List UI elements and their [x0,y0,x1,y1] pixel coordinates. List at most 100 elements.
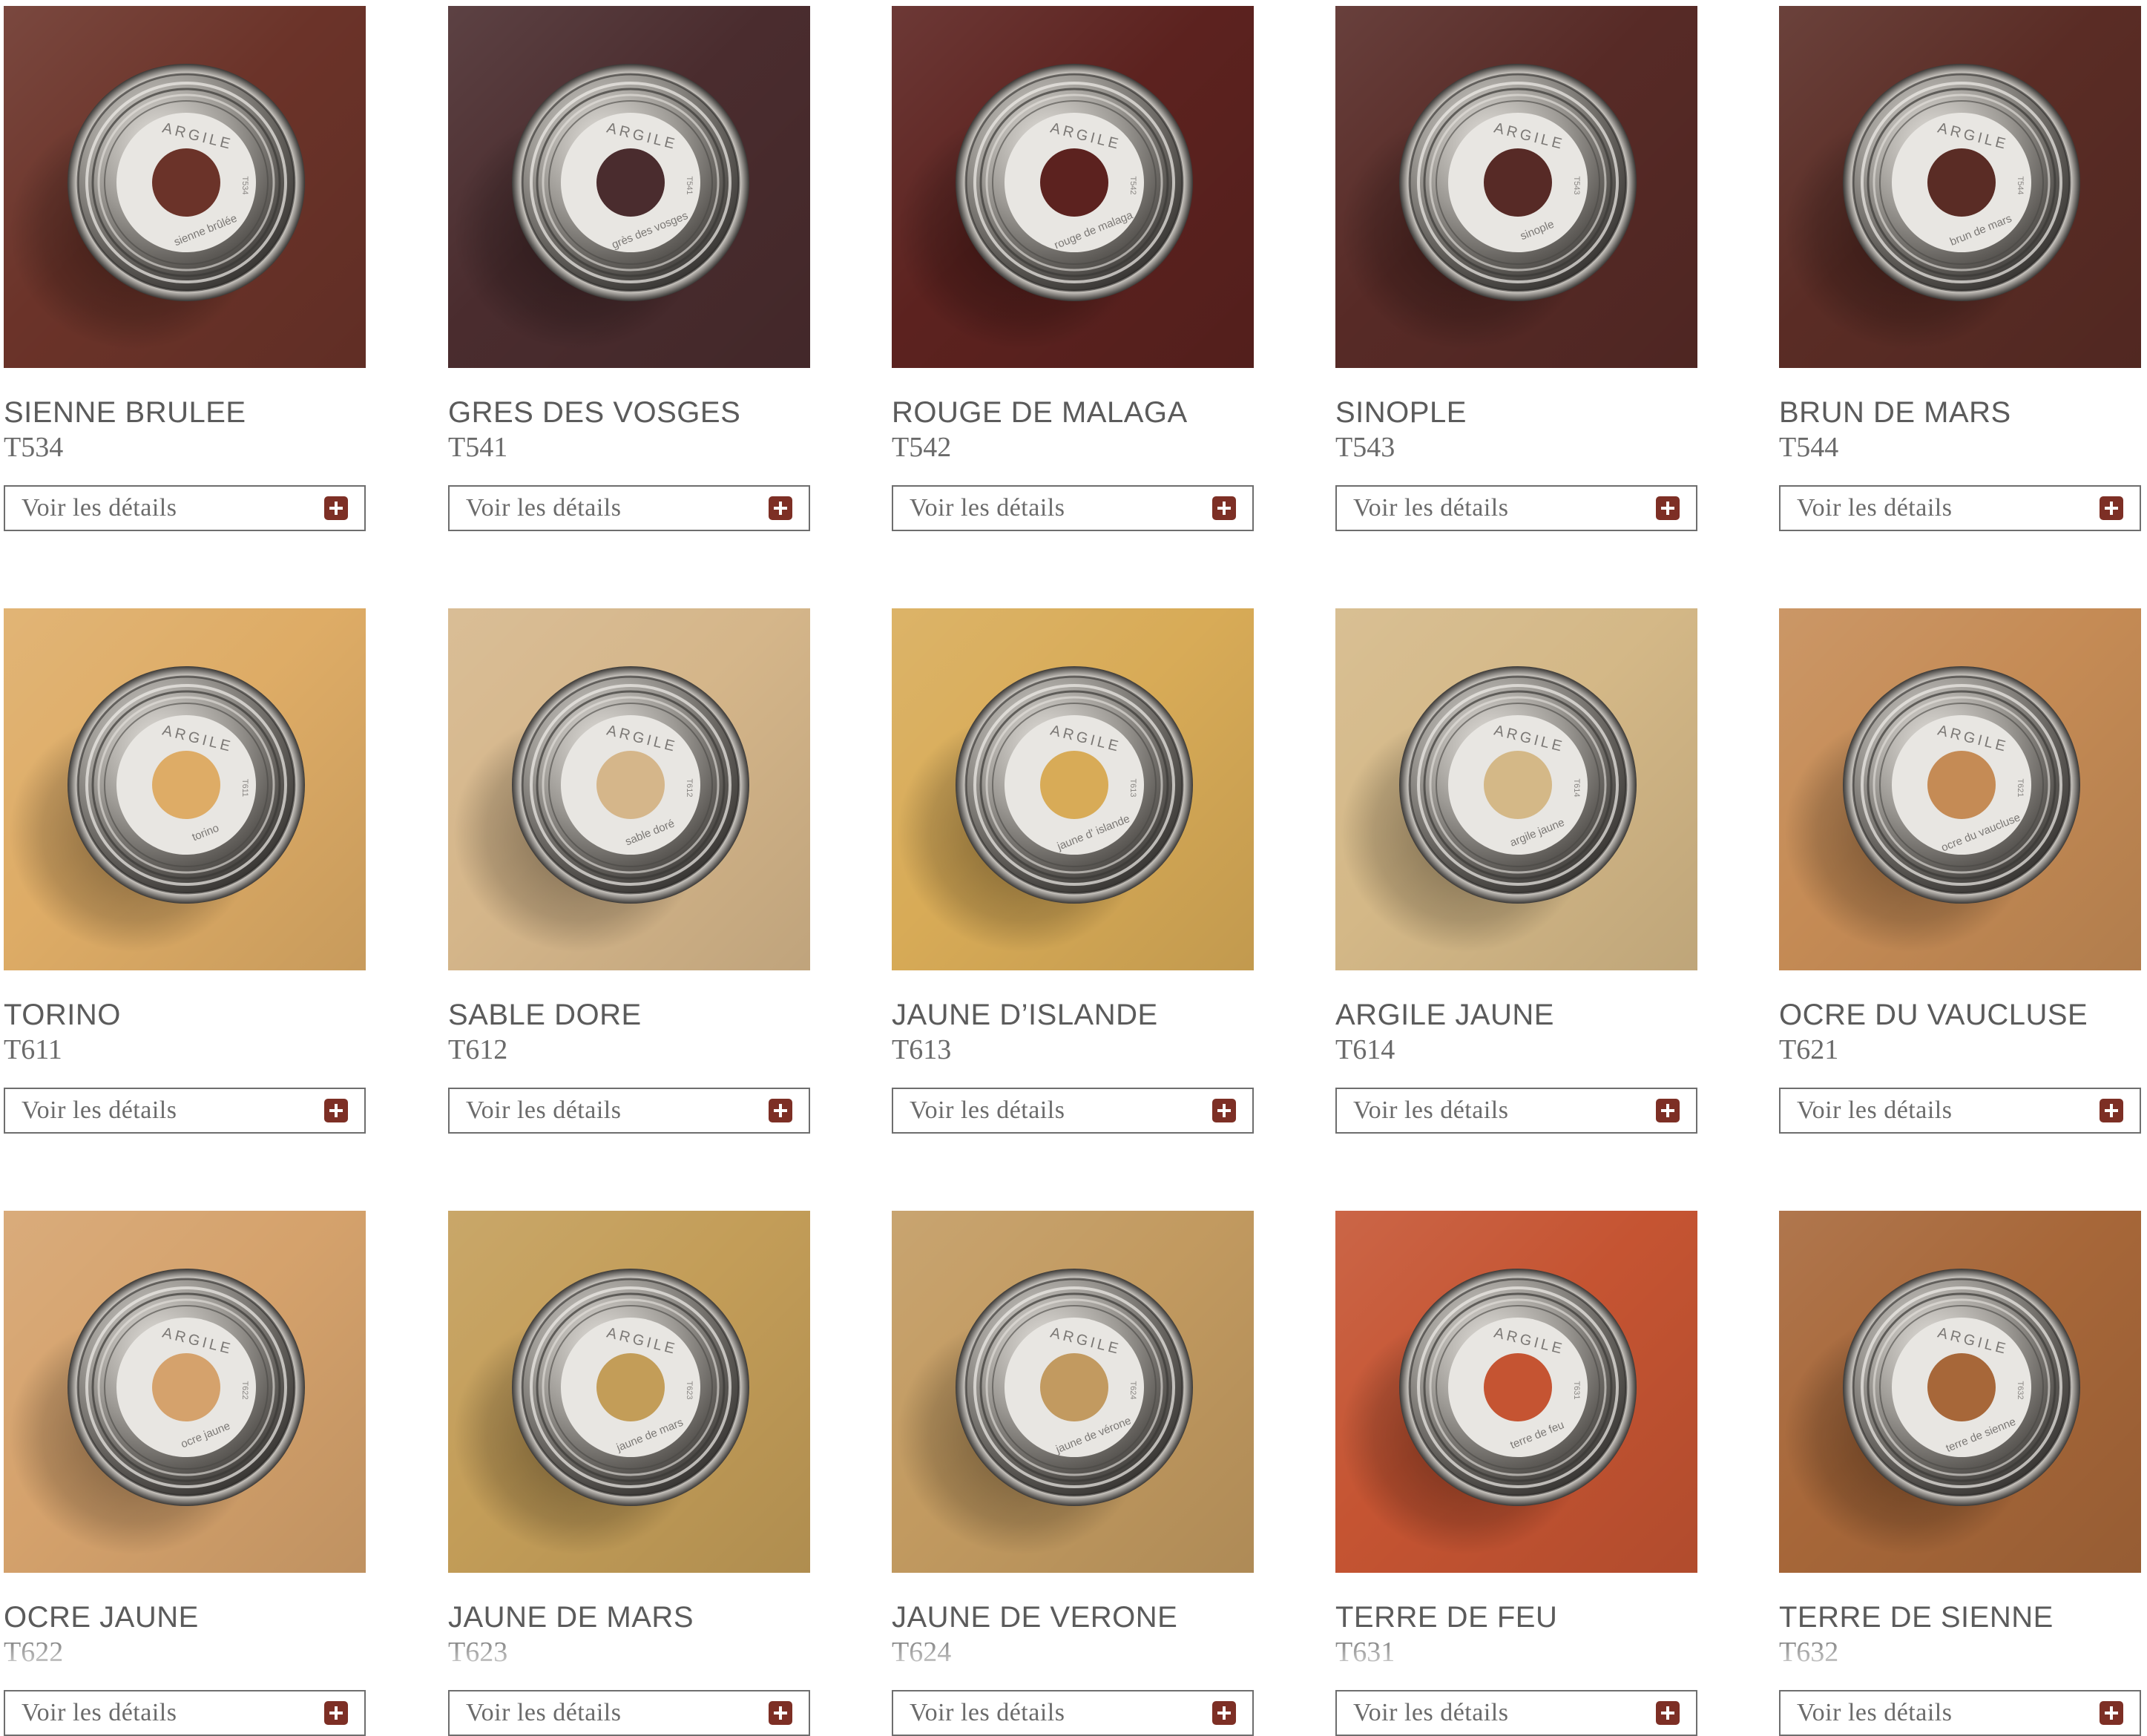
product-image[interactable]: ARGILE torino T611 [4,608,366,970]
product-image[interactable]: ARGILE jaune de vérone T624 [892,1211,1254,1573]
plus-icon [1656,496,1680,520]
details-button-label: Voir les détails [466,494,622,522]
product-name[interactable]: JAUNE DE VERONE [892,1599,1254,1635]
paint-can-icon: ARGILE grès des vosges T541 [512,64,749,301]
svg-text:T614: T614 [1572,778,1581,797]
svg-text:T544: T544 [2016,176,2025,194]
plus-icon [2100,496,2123,520]
product-code: T541 [448,432,508,463]
product-code: T631 [1335,1637,1395,1668]
details-button[interactable]: Voir les détails [448,1690,810,1736]
product-image[interactable]: ARGILE rouge de malaga T542 [892,6,1254,368]
product-image[interactable]: ARGILE ocre du vaucluse T621 [1779,608,2141,970]
product-image[interactable]: ARGILE brun de mars T544 [1779,6,2141,368]
details-button-label: Voir les détails [466,1096,622,1124]
svg-text:T631: T631 [1572,1381,1581,1399]
product-code: T632 [1779,1637,1839,1668]
product-card: ARGILE jaune de vérone T624 JAUNE DE VER… [892,1211,1254,1736]
product-code: T623 [448,1637,508,1668]
product-image[interactable]: ARGILE jaune de mars T623 [448,1211,810,1573]
product-code: T624 [892,1637,952,1668]
svg-text:T622: T622 [240,1381,249,1399]
product-card: ARGILE terre de feu T631 TERRE DE FEU T6… [1335,1211,1697,1736]
paint-can-icon: ARGILE jaune de mars T623 [512,1269,749,1506]
details-button-label: Voir les détails [1797,1699,1953,1726]
product-name[interactable]: ARGILE JAUNE [1335,997,1697,1033]
details-button-label: Voir les détails [1797,1096,1953,1124]
product-card: ARGILE ocre du vaucluse T621 OCRE DU VAU… [1779,608,2141,1134]
details-button-label: Voir les détails [22,494,177,522]
product-name[interactable]: OCRE DU VAUCLUSE [1779,997,2141,1033]
details-button[interactable]: Voir les détails [1335,1088,1697,1134]
product-name[interactable]: TORINO [4,997,366,1033]
svg-text:T542: T542 [1128,176,1137,194]
product-name[interactable]: GRES DES VOSGES [448,395,810,430]
details-button[interactable]: Voir les détails [1779,1690,2141,1736]
product-name[interactable]: SIENNE BRULEE [4,395,366,430]
details-button[interactable]: Voir les détails [4,1690,366,1736]
product-name[interactable]: JAUNE DE MARS [448,1599,810,1635]
product-name[interactable]: SINOPLE [1335,395,1697,430]
product-name[interactable]: JAUNE D’ISLANDE [892,997,1254,1033]
details-button-label: Voir les détails [22,1096,177,1124]
paint-can-icon: ARGILE brun de mars T544 [1843,64,2080,301]
product-image[interactable]: ARGILE terre de sienne T632 [1779,1211,2141,1573]
product-name[interactable]: BRUN DE MARS [1779,395,2141,430]
details-button-label: Voir les détails [910,1096,1065,1124]
product-code: T614 [1335,1034,1395,1065]
product-image[interactable]: ARGILE sable doré T612 [448,608,810,970]
plus-icon [324,496,348,520]
svg-text:T541: T541 [685,176,694,194]
product-image[interactable]: ARGILE ocre jaune T622 [4,1211,366,1573]
product-image[interactable]: ARGILE sienne brûlée T534 [4,6,366,368]
details-button[interactable]: Voir les détails [4,485,366,531]
details-button[interactable]: Voir les détails [4,1088,366,1134]
details-button[interactable]: Voir les détails [448,485,810,531]
svg-text:T534: T534 [240,176,249,194]
product-image[interactable]: ARGILE grès des vosges T541 [448,6,810,368]
product-name[interactable]: ROUGE DE MALAGA [892,395,1254,430]
plus-icon [1656,1701,1680,1725]
product-name[interactable]: OCRE JAUNE [4,1599,366,1635]
product-image[interactable]: ARGILE sinople T543 [1335,6,1697,368]
details-button[interactable]: Voir les détails [892,1690,1254,1736]
paint-can-icon: ARGILE jaune d' islande T613 [956,666,1193,904]
svg-text:T611: T611 [240,779,249,797]
details-button-label: Voir les détails [466,1699,622,1726]
product-card: ARGILE sinople T543 SINOPLE T543 Voir le… [1335,6,1697,531]
product-card: ARGILE jaune d' islande T613 JAUNE D’ISL… [892,608,1254,1134]
plus-icon [769,1099,792,1122]
product-image[interactable]: ARGILE jaune d' islande T613 [892,608,1254,970]
product-card: ARGILE jaune de mars T623 JAUNE DE MARS … [448,1211,810,1736]
details-button[interactable]: Voir les détails [448,1088,810,1134]
product-name[interactable]: SABLE DORE [448,997,810,1033]
details-button[interactable]: Voir les détails [1779,485,2141,531]
product-code: T611 [4,1034,62,1065]
details-button[interactable]: Voir les détails [1335,1690,1697,1736]
product-card: ARGILE ocre jaune T622 OCRE JAUNE T622 V… [4,1211,366,1736]
details-button[interactable]: Voir les détails [892,1088,1254,1134]
plus-icon [2100,1701,2123,1725]
product-image[interactable]: ARGILE terre de feu T631 [1335,1211,1697,1573]
product-card: ARGILE sable doré T612 SABLE DORE T612 V… [448,608,810,1134]
product-name[interactable]: TERRE DE SIENNE [1779,1599,2141,1635]
details-button-label: Voir les détails [910,494,1065,522]
plus-icon [324,1099,348,1122]
plus-icon [1212,496,1236,520]
plus-icon [1212,1701,1236,1725]
details-button[interactable]: Voir les détails [1335,485,1697,531]
paint-can-icon: ARGILE rouge de malaga T542 [956,64,1193,301]
product-card: ARGILE grès des vosges T541 GRES DES VOS… [448,6,810,531]
paint-can-icon: ARGILE sable doré T612 [512,666,749,904]
product-name[interactable]: TERRE DE FEU [1335,1599,1697,1635]
details-button[interactable]: Voir les détails [892,485,1254,531]
product-card: ARGILE sienne brûlée T534 SIENNE BRULEE … [4,6,366,531]
details-button[interactable]: Voir les détails [1779,1088,2141,1134]
plus-icon [324,1701,348,1725]
product-card: ARGILE terre de sienne T632 TERRE DE SIE… [1779,1211,2141,1736]
svg-text:T613: T613 [1128,778,1137,797]
product-card: ARGILE argile jaune T614 ARGILE JAUNE T6… [1335,608,1697,1134]
svg-text:T543: T543 [1572,176,1581,194]
product-image[interactable]: ARGILE argile jaune T614 [1335,608,1697,970]
details-button-label: Voir les détails [1353,494,1509,522]
